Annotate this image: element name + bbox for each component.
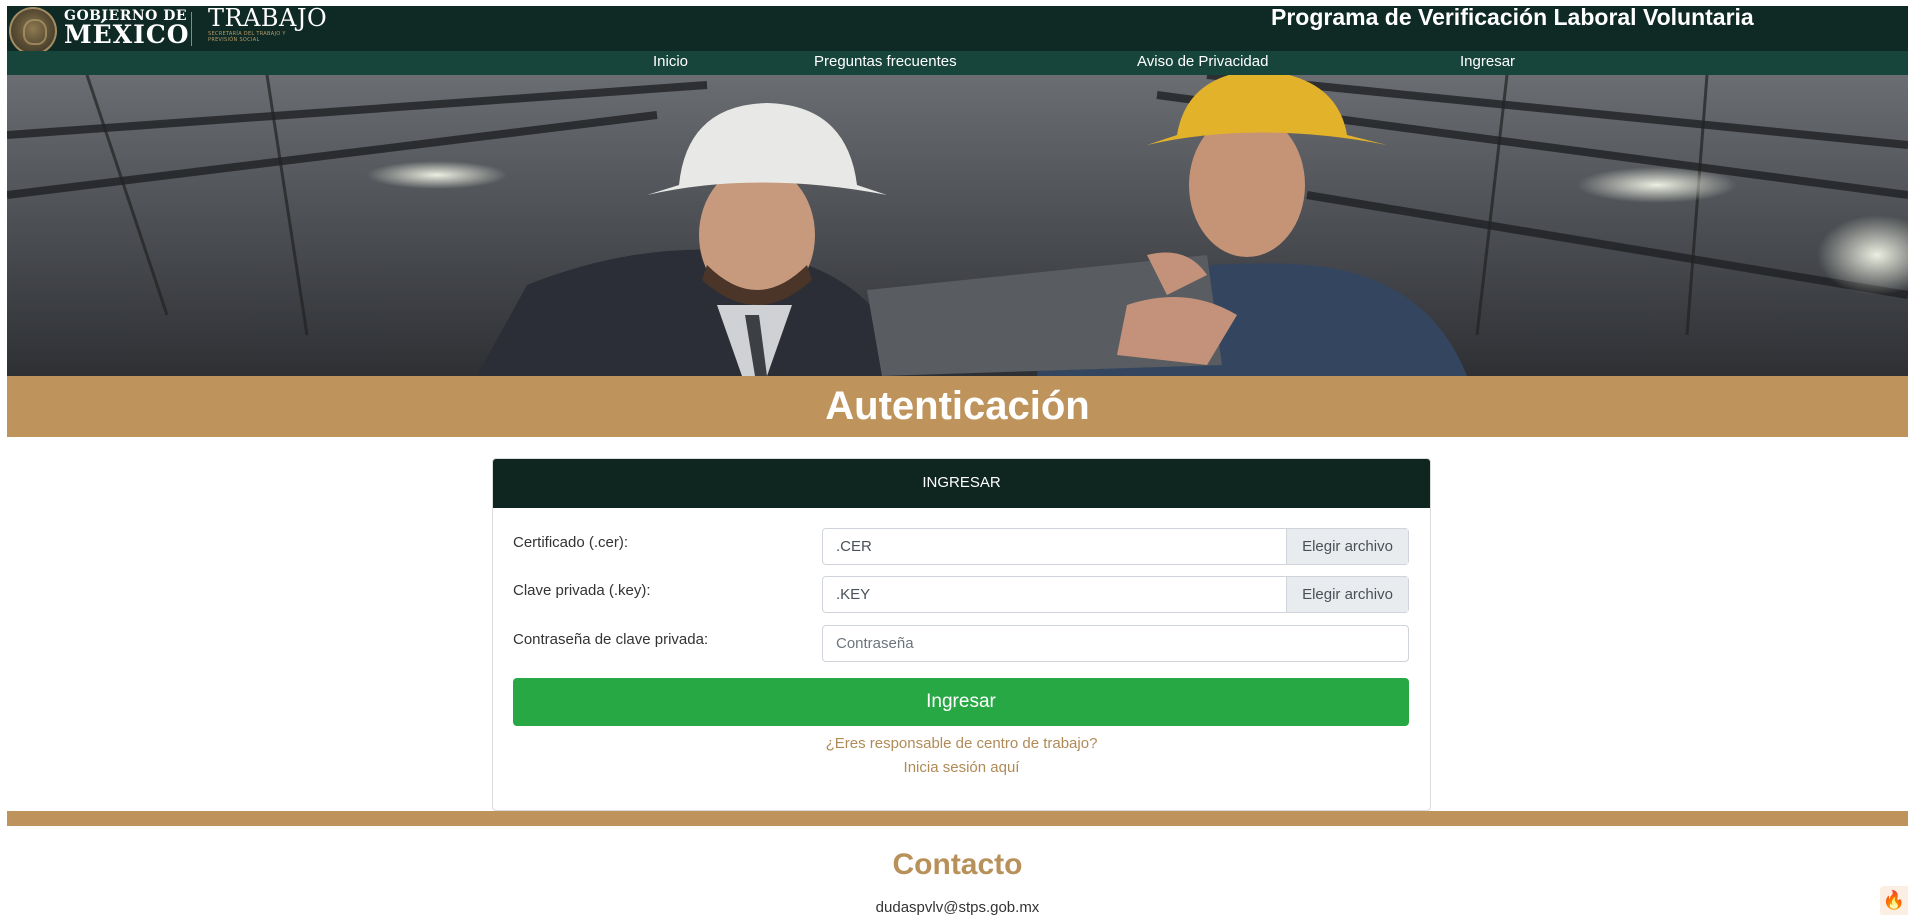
key-file-value: .KEY [836,586,871,603]
trabajo-subtitle: SECRETARÍA DEL TRABAJO Y PREVISIÓN SOCIA… [208,31,286,43]
login-card: INGRESAR Certificado (.cer): .CER Elegir… [492,458,1431,811]
key-file-input[interactable]: .KEY Elegir archivo [822,576,1409,613]
trabajo-logo-text: TRABAJO [208,6,328,32]
password-input[interactable] [822,625,1409,662]
page: GOBIERNO DE MÉXICO TRABAJO SECRETARÍA DE… [7,6,1908,915]
login-card-title: INGRESAR [922,474,1001,491]
nav-item-aviso-privacidad[interactable]: Aviso de Privacidad [1137,53,1268,70]
responsible-question-link[interactable]: ¿Eres responsable de centro de trabajo? [493,735,1430,752]
cert-choose-file-button[interactable]: Elegir archivo [1286,529,1408,564]
logo-divider [191,12,192,46]
nav-item-inicio[interactable]: Inicio [653,53,688,70]
key-choose-file-button[interactable]: Elegir archivo [1286,577,1408,612]
cert-file-input[interactable]: .CER Elegir archivo [822,528,1409,565]
nav-item-preguntas-frecuentes[interactable]: Preguntas frecuentes [814,53,957,70]
auth-title-band: Autenticación [7,376,1908,437]
password-label: Contraseña de clave privada: [513,631,709,648]
cert-file-value: .CER [836,538,872,555]
responsible-login-link[interactable]: Inicia sesión aquí [493,759,1430,776]
contact-title: Contacto [892,848,1023,881]
hero-image [7,75,1908,376]
main-nav: Inicio Preguntas frecuentes Aviso de Pri… [7,51,1908,75]
login-card-header: INGRESAR [493,459,1430,508]
mexico-label: MÉXICO [64,20,190,49]
contact-email[interactable]: dudaspvlv@stps.gob.mx [7,899,1908,915]
fire-icon[interactable]: 🔥 [1880,886,1908,915]
key-label: Clave privada (.key): [513,582,651,599]
page-title: Autenticación [825,384,1090,428]
program-title: Programa de Verificación Laboral Volunta… [1271,6,1754,30]
nav-item-ingresar[interactable]: Ingresar [1460,53,1515,70]
hero-illustration [7,75,1908,376]
login-submit-button[interactable]: Ingresar [513,678,1409,726]
bottom-gold-band [7,811,1908,826]
cert-label: Certificado (.cer): [513,534,629,551]
top-header: GOBIERNO DE MÉXICO TRABAJO SECRETARÍA DE… [7,6,1908,55]
national-seal-icon [9,7,57,55]
